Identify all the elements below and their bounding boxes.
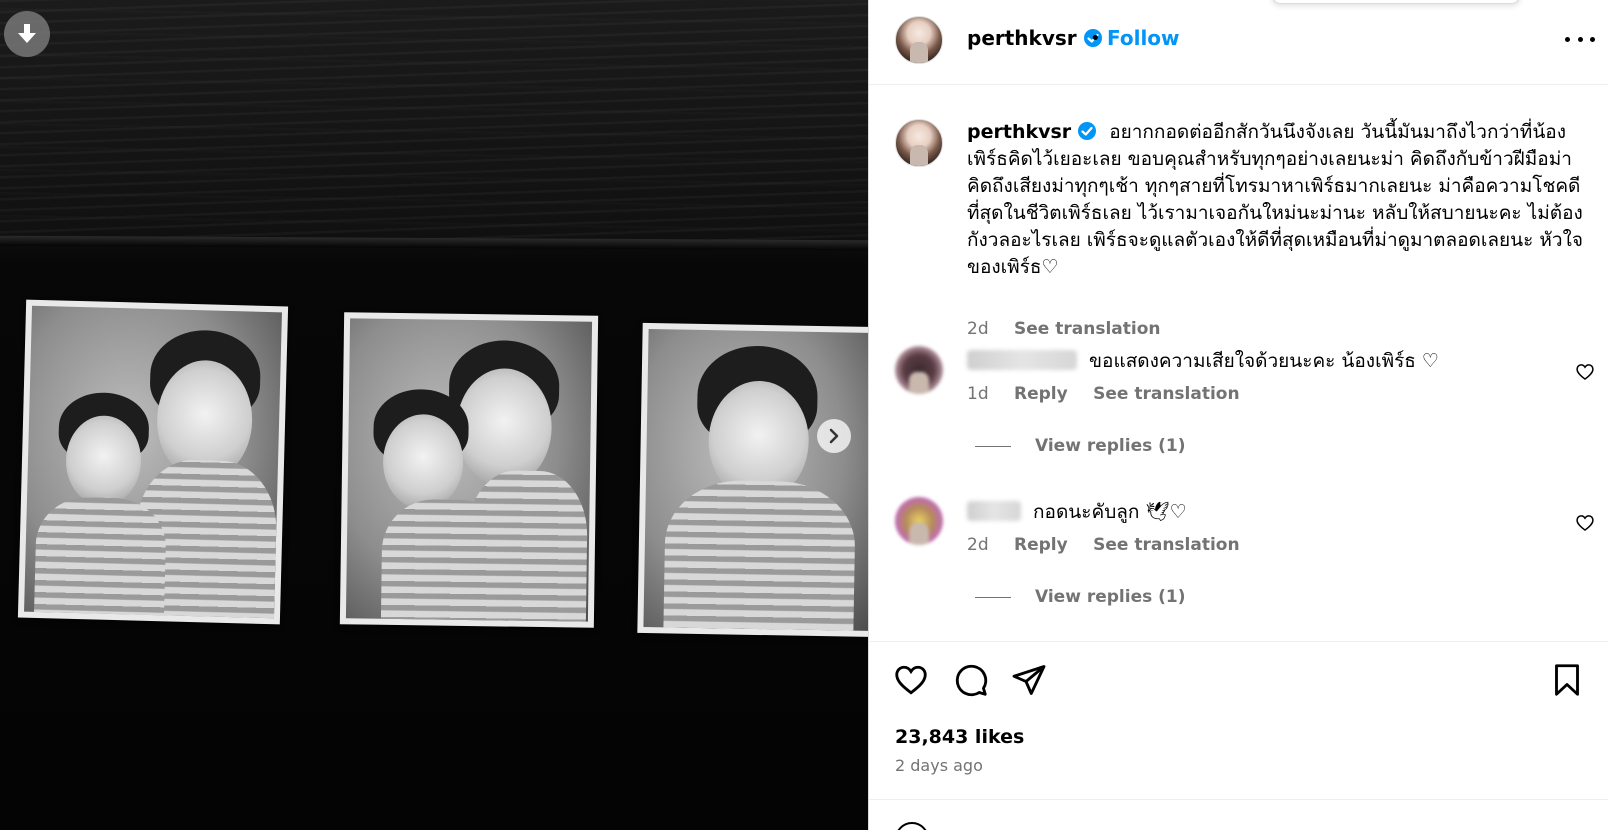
- comment-like-icon[interactable]: [1575, 513, 1595, 533]
- comments-section: perthkvsr อยากกอดต่ออีกสักวันนึงจังเลย ว…: [869, 85, 1608, 641]
- reply-button[interactable]: Reply: [1014, 384, 1068, 404]
- post-media: [0, 0, 868, 830]
- instagram-post-view: perthkvsr • Follow perthkvsr อยากกอดต่ออ…: [0, 0, 1608, 830]
- comment-age: 1d: [967, 384, 989, 404]
- comment-body: ขอแสดงความเสียใจด้วยนะคะ น้องเพิร์ธ ♡: [967, 348, 1439, 375]
- bookmark-icon[interactable]: [1549, 662, 1585, 698]
- comment-age: 2d: [967, 535, 989, 555]
- follow-button[interactable]: Follow: [1107, 26, 1180, 50]
- more-options-button[interactable]: [1565, 27, 1595, 51]
- caption-body: อยากกอดต่ออีกสักวันนึงจังเลย วันนี้มันมา…: [967, 121, 1583, 278]
- separator-dot: •: [1090, 28, 1101, 49]
- see-translation-button[interactable]: See translation: [1093, 535, 1239, 555]
- comment-icon[interactable]: [953, 662, 989, 698]
- next-slide-button[interactable]: [817, 419, 851, 453]
- photo-print-2: [339, 312, 599, 628]
- caption-text: perthkvsr อยากกอดต่ออีกสักวันนึงจังเลย ว…: [967, 119, 1599, 281]
- caption-username[interactable]: perthkvsr: [967, 121, 1097, 143]
- comment-text: ขอแสดงความเสียใจด้วยนะคะ น้องเพิร์ธ ♡: [1089, 350, 1439, 372]
- photo-print-1: [17, 299, 289, 625]
- add-comment-row: [869, 799, 1608, 830]
- post-header: perthkvsr • Follow: [869, 0, 1608, 85]
- commenter-avatar[interactable]: [895, 346, 943, 394]
- comment-meta: 2d Reply See translation: [967, 535, 1260, 555]
- wood-background: [0, 0, 868, 245]
- caption-see-translation[interactable]: See translation: [1014, 319, 1160, 339]
- commenter-username[interactable]: [967, 350, 1077, 370]
- commenter-username[interactable]: [967, 501, 1021, 521]
- commenter-avatar[interactable]: [895, 497, 943, 545]
- author-avatar[interactable]: [895, 16, 943, 64]
- heart-icon[interactable]: [893, 662, 929, 698]
- see-translation-button[interactable]: See translation: [1093, 384, 1239, 404]
- comment-meta: 1d Reply See translation: [967, 384, 1260, 404]
- more-options-icon: [1565, 36, 1570, 42]
- post-side-panel: perthkvsr • Follow perthkvsr อยากกอดต่ออ…: [868, 0, 1608, 830]
- caption-avatar[interactable]: [895, 119, 943, 167]
- download-button[interactable]: [4, 11, 50, 57]
- share-icon[interactable]: [1011, 662, 1047, 698]
- author-username[interactable]: perthkvsr: [967, 26, 1103, 50]
- download-icon: [18, 24, 36, 43]
- verified-badge-icon: [1078, 122, 1097, 140]
- comment-body: กอดนะคับลูก 🕊♡: [967, 499, 1187, 526]
- reply-button[interactable]: Reply: [1014, 535, 1068, 555]
- caption-meta: 2d See translation: [967, 319, 1180, 339]
- emoji-icon[interactable]: [895, 822, 929, 830]
- view-replies-button[interactable]: View replies (1): [975, 436, 1186, 456]
- view-replies-button[interactable]: View replies (1): [975, 587, 1186, 607]
- comment-text: กอดนะคับลูก 🕊♡: [1033, 501, 1187, 523]
- caption-age: 2d: [967, 319, 989, 339]
- photo-print-3: [637, 322, 868, 638]
- like-count[interactable]: 23,843 likes: [895, 726, 1024, 748]
- post-timestamp: 2 days ago: [895, 756, 983, 775]
- comment-like-icon[interactable]: [1575, 362, 1595, 382]
- post-actions: 23,843 likes 2 days ago: [869, 641, 1608, 830]
- chevron-right-icon: [829, 428, 839, 444]
